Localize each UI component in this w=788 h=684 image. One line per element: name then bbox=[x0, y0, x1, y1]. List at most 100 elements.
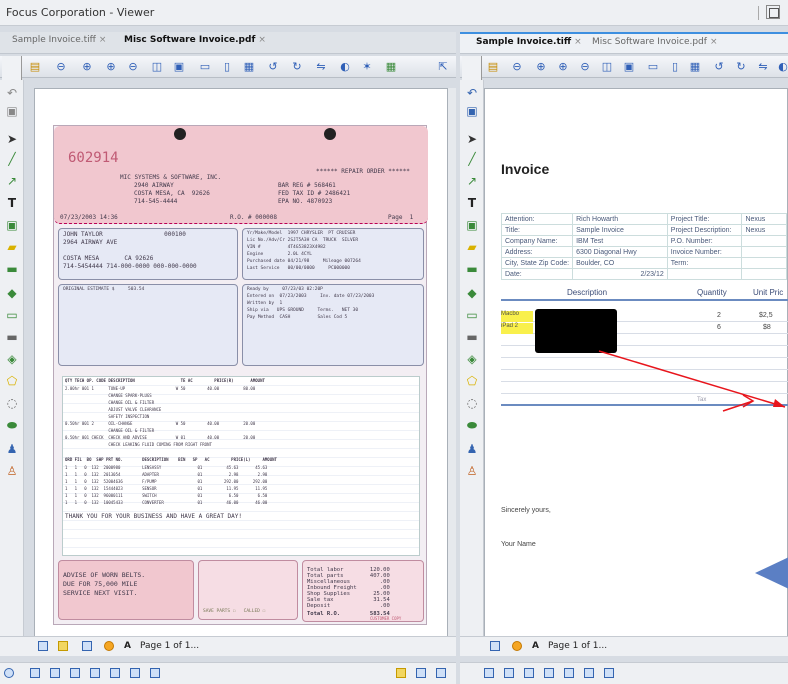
zoom-in-icon[interactable]: ⊕ bbox=[556, 60, 570, 74]
sticky-note-icon[interactable]: ▰ bbox=[465, 240, 479, 254]
right-document-area[interactable]: Invoice Attention: Rich Howarth Project Ti… bbox=[484, 88, 788, 638]
layout-tile-icon[interactable] bbox=[584, 668, 594, 678]
layout-stack-icon[interactable] bbox=[150, 668, 160, 678]
zoom-in-icon[interactable]: ⊕ bbox=[104, 60, 118, 74]
layout-grid-icon[interactable] bbox=[50, 668, 60, 678]
polygon-icon[interactable]: ⬠ bbox=[5, 374, 19, 388]
layout-split-icon[interactable] bbox=[110, 668, 120, 678]
thumbnail-view-icon[interactable] bbox=[82, 641, 92, 651]
annotations-icon[interactable] bbox=[104, 641, 114, 651]
note-view-icon[interactable] bbox=[58, 641, 68, 651]
maximize-icon[interactable] bbox=[766, 5, 780, 19]
undo-icon[interactable]: ↶ bbox=[465, 86, 479, 100]
layout-tile-icon[interactable] bbox=[130, 668, 140, 678]
text-tool-icon[interactable]: T bbox=[465, 196, 479, 210]
save-icon[interactable]: ▣ bbox=[465, 104, 479, 118]
tab-sample-invoice-tiff[interactable]: Sample Invoice.tiff × bbox=[476, 37, 582, 47]
flip-icon[interactable]: ⇋ bbox=[756, 60, 770, 74]
close-tab-icon[interactable]: × bbox=[574, 37, 582, 47]
user-stamp-icon[interactable]: ♙ bbox=[5, 464, 19, 478]
fill-icon[interactable]: ◈ bbox=[5, 352, 19, 366]
restore-icon[interactable] bbox=[436, 668, 446, 678]
invert-icon[interactable]: ◐ bbox=[776, 60, 788, 74]
settings-icon[interactable] bbox=[4, 668, 14, 678]
left-document-area[interactable]: 602914 ****** REPAIR ORDER ****** MIC SY… bbox=[34, 88, 448, 638]
zoom-fit-icon[interactable]: ◫ bbox=[150, 60, 164, 74]
fill-icon[interactable]: ◈ bbox=[465, 352, 479, 366]
fit-page-icon[interactable]: ▣ bbox=[622, 60, 636, 74]
eraser-icon[interactable]: ◆ bbox=[465, 286, 479, 300]
user-stamp-icon[interactable]: ♙ bbox=[465, 464, 479, 478]
lasso-icon[interactable]: ◌ bbox=[5, 396, 19, 410]
redact-icon[interactable]: ▬ bbox=[5, 330, 19, 344]
layout-split-icon[interactable] bbox=[564, 668, 574, 678]
fit-height-icon[interactable]: ▯ bbox=[220, 60, 234, 74]
zoom-out-icon[interactable]: ⊖ bbox=[126, 60, 140, 74]
eraser-icon[interactable]: ◆ bbox=[5, 286, 19, 300]
tab-sample-invoice-tiff[interactable]: Sample Invoice.tiff × bbox=[12, 35, 106, 45]
layout-single-icon[interactable] bbox=[484, 668, 494, 678]
stamp-icon[interactable]: ♟ bbox=[465, 442, 479, 456]
text-icon[interactable]: A bbox=[124, 641, 131, 651]
text-box-icon[interactable]: ▣ bbox=[5, 218, 19, 232]
sticky-icon[interactable] bbox=[396, 668, 406, 678]
layout-four-icon[interactable] bbox=[90, 668, 100, 678]
close-tab-icon[interactable]: × bbox=[99, 35, 107, 45]
arrow-annotation[interactable] bbox=[722, 400, 754, 412]
notes-icon[interactable]: ▤ bbox=[28, 60, 42, 74]
print-icon[interactable]: ⊖ bbox=[510, 60, 524, 74]
pen-icon[interactable]: ╱ bbox=[5, 152, 19, 166]
rotate-left-icon[interactable]: ↺ bbox=[266, 60, 280, 74]
highlight-icon[interactable]: ▬ bbox=[465, 262, 479, 276]
invert-icon[interactable]: ◐ bbox=[338, 60, 352, 74]
fit-height-icon[interactable]: ▯ bbox=[668, 60, 682, 74]
close-tab-icon[interactable]: × bbox=[710, 37, 718, 47]
arrow-tool-icon[interactable]: ↗ bbox=[465, 174, 479, 188]
select-pointer-icon[interactable]: ➤ bbox=[5, 132, 19, 146]
ellipse-tool-icon[interactable]: ⬬ bbox=[465, 418, 479, 432]
text-box-icon[interactable]: ▣ bbox=[465, 218, 479, 232]
highlight-icon[interactable]: ▬ bbox=[5, 262, 19, 276]
single-page-icon[interactable] bbox=[38, 641, 48, 651]
text-tool-icon[interactable]: T bbox=[5, 196, 19, 210]
tab-misc-software-invoice-pdf[interactable]: Misc Software Invoice.pdf × bbox=[124, 35, 266, 45]
save-icon[interactable]: ▣ bbox=[5, 104, 19, 118]
enhance-icon[interactable]: ✶ bbox=[360, 60, 374, 74]
zoom-fit-icon[interactable]: ◫ bbox=[600, 60, 614, 74]
annotations-icon[interactable] bbox=[512, 641, 522, 651]
sticky-note-icon[interactable]: ▰ bbox=[5, 240, 19, 254]
layout-grid-icon[interactable] bbox=[504, 668, 514, 678]
fit-page-icon[interactable]: ▣ bbox=[172, 60, 186, 74]
zoom-custom-icon[interactable]: ⊕ bbox=[534, 60, 548, 74]
zoom-custom-icon[interactable]: ⊕ bbox=[80, 60, 94, 74]
fit-width-icon[interactable]: ▭ bbox=[198, 60, 212, 74]
tab-misc-software-invoice-pdf[interactable]: Misc Software Invoice.pdf × bbox=[592, 37, 717, 47]
layout-two-icon[interactable] bbox=[70, 668, 80, 678]
zoom-out-icon[interactable]: ⊖ bbox=[578, 60, 592, 74]
single-page-icon[interactable] bbox=[490, 641, 500, 651]
callout-shape[interactable] bbox=[755, 557, 788, 589]
detach-icon[interactable]: ⇱ bbox=[436, 60, 450, 74]
actual-size-icon[interactable]: ▦ bbox=[242, 60, 256, 74]
flip-icon[interactable]: ⇋ bbox=[314, 60, 328, 74]
polygon-icon[interactable]: ⬠ bbox=[465, 374, 479, 388]
layout-stack-icon[interactable] bbox=[604, 668, 614, 678]
rectangle-tool-icon[interactable]: ▭ bbox=[465, 308, 479, 322]
undo-icon[interactable]: ↶ bbox=[5, 86, 19, 100]
rotate-right-icon[interactable]: ↻ bbox=[734, 60, 748, 74]
print-icon[interactable]: ⊖ bbox=[54, 60, 68, 74]
arrow-annotation[interactable] bbox=[598, 350, 786, 408]
arrow-tool-icon[interactable]: ↗ bbox=[5, 174, 19, 188]
layout-single-icon[interactable] bbox=[30, 668, 40, 678]
notes-icon[interactable]: ▤ bbox=[486, 60, 500, 74]
actual-size-icon[interactable]: ▦ bbox=[688, 60, 702, 74]
left-vertical-scrollbar[interactable] bbox=[448, 88, 456, 638]
ellipse-tool-icon[interactable]: ⬬ bbox=[5, 418, 19, 432]
rotate-right-icon[interactable]: ↻ bbox=[290, 60, 304, 74]
close-tab-icon[interactable]: × bbox=[258, 35, 266, 45]
rectangle-tool-icon[interactable]: ▭ bbox=[5, 308, 19, 322]
window-icon[interactable] bbox=[416, 668, 426, 678]
fit-width-icon[interactable]: ▭ bbox=[646, 60, 660, 74]
pen-icon[interactable]: ╱ bbox=[465, 152, 479, 166]
stamp-icon[interactable]: ♟ bbox=[5, 442, 19, 456]
